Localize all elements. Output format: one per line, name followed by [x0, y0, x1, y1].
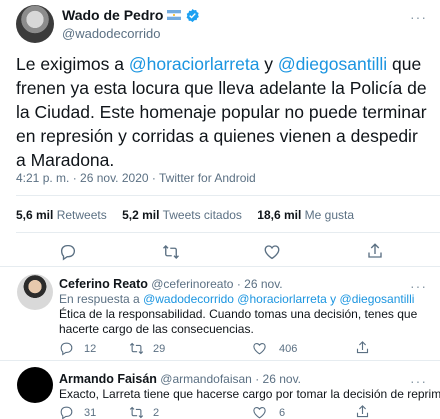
author-name-row[interactable]: Wado de Pedro — [62, 7, 200, 23]
quotes-label: Tweets citados — [162, 208, 242, 222]
share-icon[interactable] — [355, 340, 370, 355]
argentina-flag-icon — [167, 10, 182, 20]
reply-date[interactable]: · 26 nov. — [255, 372, 301, 386]
mention-link[interactable]: @horaciorlarreta — [129, 54, 260, 74]
retweet-action[interactable]: 29 — [128, 341, 165, 356]
reply-text: Exacto, Larreta tiene que hacerse cargo … — [59, 387, 440, 401]
replying-to-prefix: En respuesta a — [59, 292, 144, 306]
reply-icon[interactable] — [59, 243, 77, 261]
likes-label: Me gusta — [304, 208, 355, 222]
reply-author-handle[interactable]: @armandofaisan — [160, 372, 252, 386]
reply-author-name[interactable]: Ceferino Reato — [59, 277, 148, 291]
retweets-count: 5,6 mil — [16, 208, 54, 222]
mention-link[interactable]: @diegosantilli — [278, 54, 387, 74]
like-count: 406 — [279, 342, 298, 355]
reply-action[interactable]: 31 — [59, 405, 96, 419]
reply-header: Armando Faisán @armandofaisan · 26 nov. — [59, 372, 301, 386]
share-icon[interactable] — [366, 242, 384, 260]
tweet-text-part: Le exigimos a — [16, 54, 129, 74]
reply-author-handle[interactable]: @ceferinoreato — [151, 277, 233, 291]
share-icon[interactable] — [355, 404, 370, 419]
retweet-count: 2 — [153, 406, 160, 419]
like-icon[interactable] — [252, 405, 267, 419]
verified-badge-icon — [185, 8, 200, 23]
retweet-count: 29 — [153, 342, 166, 355]
reply-header: Ceferino Reato @ceferinoreato · 26 nov. — [59, 277, 283, 291]
divider — [0, 360, 440, 361]
reply-count: 31 — [84, 406, 97, 419]
meta-separator: · — [148, 171, 160, 185]
like-action[interactable]: 406 — [252, 341, 297, 356]
retweet-action[interactable]: 2 — [128, 405, 159, 419]
author-handle[interactable]: @wadodecorrido — [62, 26, 160, 41]
quotes-count: 5,2 mil — [122, 208, 160, 222]
retweet-icon[interactable] — [128, 405, 145, 419]
retweet-icon[interactable] — [161, 243, 181, 261]
divider — [0, 266, 440, 267]
like-icon[interactable] — [252, 341, 267, 356]
tweet-source[interactable]: Twitter for Android — [159, 171, 256, 185]
meta-separator: · — [69, 171, 81, 185]
replying-to-mentions[interactable]: @wadodecorrido @horaciorlarreta y @diego… — [143, 292, 414, 306]
quotes-stat[interactable]: 5,2 mil Tweets citados — [122, 208, 242, 222]
reply-avatar[interactable] — [17, 274, 53, 310]
tweet-text-part: y — [259, 54, 278, 74]
divider — [16, 232, 440, 233]
tweet-meta: 4:21 p. m. · 26 nov. 2020 · Twitter for … — [16, 171, 256, 185]
tweet-date[interactable]: 26 nov. 2020 — [80, 171, 149, 185]
author-avatar[interactable] — [16, 5, 54, 43]
reply-text: Ética de la responsabilidad. Cuando toma… — [59, 307, 418, 336]
likes-count: 18,6 mil — [257, 208, 302, 222]
reply-action[interactable]: 12 — [59, 341, 96, 356]
more-options-icon[interactable]: ··· — [410, 279, 427, 293]
reply-count: 12 — [84, 342, 97, 355]
tweet-text: Le exigimos a @horaciorlarreta y @diegos… — [16, 52, 431, 172]
reply-date[interactable]: · 26 nov. — [237, 277, 283, 291]
like-icon[interactable] — [263, 243, 281, 261]
replying-to: En respuesta a @wadodecorrido @horaciorl… — [59, 292, 414, 307]
likes-stat[interactable]: 18,6 mil Me gusta — [257, 208, 354, 222]
reply-avatar[interactable] — [17, 367, 53, 403]
reply-icon[interactable] — [59, 341, 74, 356]
retweets-stat[interactable]: 5,6 mil Retweets — [16, 208, 107, 222]
more-options-icon[interactable]: ··· — [410, 374, 427, 388]
like-action[interactable]: 6 — [252, 405, 285, 419]
reply-icon[interactable] — [59, 405, 74, 419]
divider — [16, 195, 440, 196]
more-options-icon[interactable]: ··· — [410, 10, 427, 24]
retweet-icon[interactable] — [128, 341, 145, 356]
tweet-stats: 5,6 mil Retweets 5,2 mil Tweets citados … — [16, 208, 366, 222]
tweet-time[interactable]: 4:21 p. m. — [16, 171, 69, 185]
retweets-label: Retweets — [56, 208, 107, 222]
author-name[interactable]: Wado de Pedro — [62, 7, 163, 23]
like-count: 6 — [279, 406, 286, 419]
reply-author-name[interactable]: Armando Faisán — [59, 372, 157, 386]
